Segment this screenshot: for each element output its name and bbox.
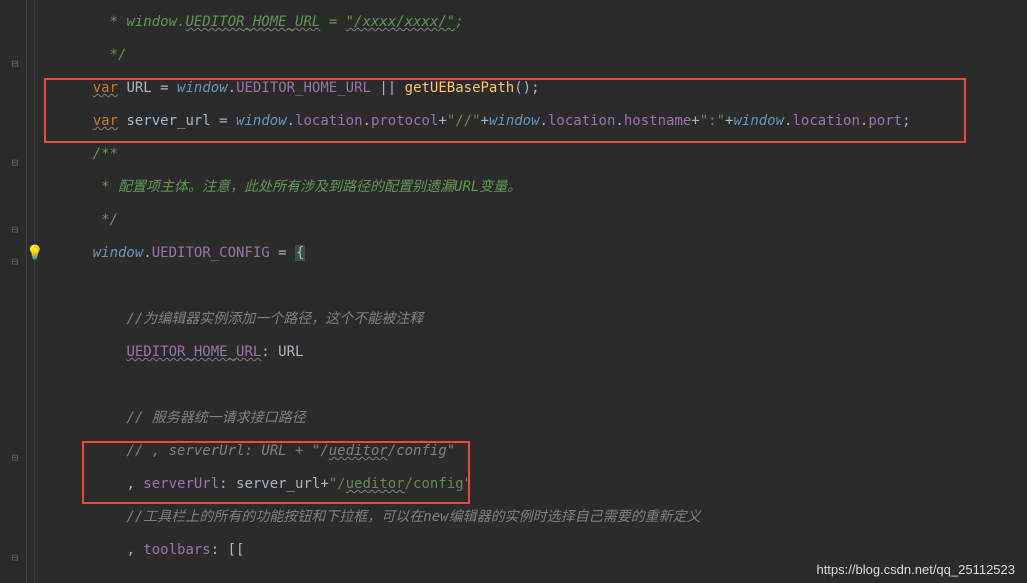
code-line[interactable]: */ [35,204,1027,237]
fold-icon[interactable]: ⊟ [8,155,22,169]
code-line[interactable]: //工具栏上的所有的功能按钮和下拉框，可以在new编辑器的实例时选择自己需要的重… [35,501,1027,534]
fold-icon[interactable]: ⊟ [8,254,22,268]
code-line[interactable]: */ [35,39,1027,72]
code-line[interactable] [35,270,1027,303]
code-line[interactable]: , serverUrl: server_url+"/ueditor/config… [35,468,1027,501]
code-line[interactable]: // , serverUrl: URL + "/ueditor/config" [35,435,1027,468]
code-line[interactable]: //为编辑器实例添加一个路径，这个不能被注释 [35,303,1027,336]
code-line[interactable]: window.UEDITOR_CONFIG = { [35,237,1027,270]
code-line[interactable] [35,369,1027,402]
code-line[interactable]: UEDITOR_HOME_URL: URL [35,336,1027,369]
code-line[interactable]: // 服务器统一请求接口路径 [35,402,1027,435]
gutter: ⊟ ⊟ ⊟ 💡 ⊟ ⊟ ⊟ [0,0,35,583]
code-line[interactable]: var URL = window.UEDITOR_HOME_URL || get… [35,72,1027,105]
fold-icon[interactable]: ⊟ [8,550,22,564]
code-area[interactable]: * window.UEDITOR_HOME_URL = "/xxxx/xxxx/… [35,0,1027,583]
fold-icon[interactable]: ⊟ [8,56,22,70]
code-line[interactable]: * 配置项主体。注意，此处所有涉及到路径的配置别遗漏URL变量。 [35,171,1027,204]
watermark: https://blog.csdn.net/qq_25112523 [816,562,1015,577]
code-editor[interactable]: ⊟ ⊟ ⊟ 💡 ⊟ ⊟ ⊟ * window.UEDITOR_HOME_URL … [0,0,1027,583]
code-line[interactable]: var server_url = window.location.protoco… [35,105,1027,138]
code-line[interactable]: /** [35,138,1027,171]
fold-icon[interactable]: ⊟ [8,450,22,464]
fold-icon[interactable]: ⊟ [8,222,22,236]
code-line[interactable]: * window.UEDITOR_HOME_URL = "/xxxx/xxxx/… [35,6,1027,39]
